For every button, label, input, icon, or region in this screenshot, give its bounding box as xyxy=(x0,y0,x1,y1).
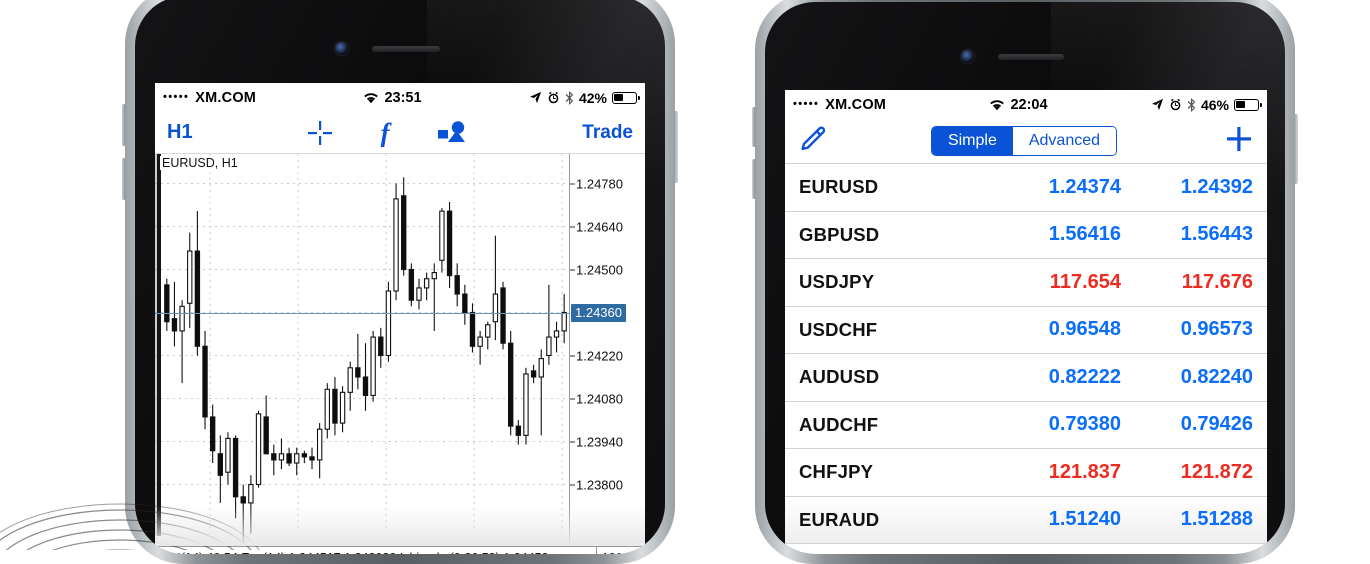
tab-simple[interactable]: Simple xyxy=(931,127,1013,155)
right-bluetooth-icon xyxy=(1187,97,1196,112)
view-mode-tabs[interactable]: Simple Advanced xyxy=(930,126,1118,156)
left-status-bar: ••••• XM.COM 23:51 42% xyxy=(155,83,645,112)
table-row[interactable]: EURAUD 1.51240 1.51288 xyxy=(785,496,1267,544)
quote-ask: 117.676 xyxy=(1181,270,1253,293)
function-f-icon[interactable]: f xyxy=(375,119,395,147)
quote-bid: 0.96548 xyxy=(1048,318,1121,341)
right-phone-body: ••••• XM.COM 22:04 46% Simple Advanced E… xyxy=(765,2,1285,554)
svg-text:f: f xyxy=(381,119,393,147)
price-axis-tick: 1.24500 xyxy=(570,262,623,277)
right-signal-dots-icon: ••••• xyxy=(793,98,820,110)
quote-bid: 1.24374 xyxy=(1048,175,1121,198)
price-axis-tick: 1.24220 xyxy=(570,348,623,363)
location-arrow-icon xyxy=(529,91,542,104)
battery-percent: 42% xyxy=(578,89,607,106)
front-camera xyxy=(335,42,348,55)
wifi-icon xyxy=(363,92,379,104)
right-status-bar: ••••• XM.COM 22:04 46% xyxy=(785,90,1267,119)
right-status-time: 22:04 xyxy=(1010,96,1048,113)
quote-bid: 117.654 xyxy=(1049,270,1121,293)
indicator-bar: RSI(14) 49.54 Env(14) 1.244517 1.242030 … xyxy=(155,546,645,554)
quote-ask: 1.51288 xyxy=(1180,508,1253,531)
quote-symbol: CHFJPY xyxy=(799,461,874,483)
price-axis-tick: 1.24780 xyxy=(570,176,623,191)
current-price-label: 1.24360 xyxy=(571,303,626,322)
table-row[interactable]: AUDUSD 0.82222 0.82240 xyxy=(785,354,1267,402)
table-row[interactable]: USDJPY 117.654 117.676 xyxy=(785,259,1267,307)
quote-ask: 121.872 xyxy=(1180,460,1253,483)
price-axis-tick: 1.24080 xyxy=(570,391,623,406)
price-chart[interactable]: EURUSD, H1 1.24780 1.24640 1.24500 1.24360 1… xyxy=(155,154,645,554)
quote-symbol: USDCHF xyxy=(799,318,878,340)
right-carrier-name: XM.COM xyxy=(825,96,887,113)
plus-icon[interactable] xyxy=(1223,123,1255,160)
table-row[interactable]: USDCHF 0.96548 0.96573 xyxy=(785,307,1267,354)
quote-ask: 1.24392 xyxy=(1180,175,1253,198)
timeframe-button[interactable]: H1 xyxy=(167,121,193,144)
quote-bid: 0.82222 xyxy=(1048,365,1121,388)
crosshair-icon[interactable] xyxy=(307,120,333,146)
indicator-values: RSI(14) 49.54 Env(14) 1.244517 1.242030 … xyxy=(155,551,596,555)
quote-ask: 1.56443 xyxy=(1180,223,1253,246)
quote-bid: 0.79380 xyxy=(1048,413,1121,436)
price-axis-tick: 1.24640 xyxy=(570,219,623,234)
battery-icon xyxy=(612,91,641,104)
quote-ask: 0.96573 xyxy=(1180,318,1253,341)
right-location-arrow-icon xyxy=(1151,98,1164,111)
right-earpiece-speaker xyxy=(998,54,1064,60)
left-phone-body: ••••• XM.COM 23:51 42% H1 f Trade EURUSD… xyxy=(135,0,665,554)
trade-button[interactable]: Trade xyxy=(582,122,633,144)
quote-symbol: GBPUSD xyxy=(799,223,880,245)
table-row[interactable]: GBPUSD 1.56416 1.56443 xyxy=(785,212,1267,259)
status-time: 23:51 xyxy=(384,89,422,106)
chart-plot-area xyxy=(155,154,570,554)
price-axis-tick: 1.23940 xyxy=(570,434,623,449)
table-row[interactable]: AUDCHF 0.79380 0.79426 xyxy=(785,402,1267,449)
left-phone-device: ••••• XM.COM 23:51 42% H1 f Trade EURUSD… xyxy=(122,0,678,564)
carrier-name: XM.COM xyxy=(195,89,257,106)
table-row[interactable]: EURUSD 1.24374 1.24392 xyxy=(785,164,1267,212)
indicator-scale-value: 100.00 xyxy=(595,547,645,554)
quote-symbol: USDJPY xyxy=(799,271,875,293)
quote-bid: 121.837 xyxy=(1048,460,1121,483)
right-battery-percent: 46% xyxy=(1200,96,1229,113)
price-axis-tick: 1.23800 xyxy=(570,477,623,492)
pencil-edit-icon[interactable] xyxy=(797,126,826,157)
quote-bid: 1.51240 xyxy=(1048,508,1121,531)
right-battery-icon xyxy=(1234,98,1263,111)
earpiece-speaker xyxy=(372,46,440,52)
left-phone-screen: ••••• XM.COM 23:51 42% H1 f Trade EURUSD… xyxy=(155,83,645,554)
quote-symbol: EURUSD xyxy=(799,176,879,198)
quote-ask: 0.82240 xyxy=(1180,365,1253,388)
quote-symbol: AUDCHF xyxy=(799,413,879,435)
price-axis: 1.24780 1.24640 1.24500 1.24360 1.24220 1.240… xyxy=(569,154,645,546)
candlestick-series xyxy=(155,154,570,543)
quotes-toolbar: Simple Advanced xyxy=(785,119,1267,164)
quotes-list[interactable]: EURUSD 1.24374 1.24392 GBPUSD 1.56416 1.56443… xyxy=(785,164,1267,544)
alarm-clock-icon xyxy=(547,91,560,104)
quote-symbol: EURAUD xyxy=(799,508,880,530)
right-front-camera xyxy=(961,50,974,63)
quote-ask: 0.79426 xyxy=(1180,413,1253,436)
chart-toolbar: H1 f Trade xyxy=(155,112,645,154)
right-wifi-icon xyxy=(989,99,1005,111)
chart-symbol-label: EURUSD, H1 xyxy=(160,156,240,170)
right-alarm-clock-icon xyxy=(1169,98,1182,111)
tab-advanced[interactable]: Advanced xyxy=(1012,127,1117,155)
bluetooth-icon xyxy=(565,90,574,105)
objects-icon[interactable] xyxy=(437,120,467,145)
quote-bid: 1.56416 xyxy=(1048,223,1121,246)
table-row[interactable]: CHFJPY 121.837 121.872 xyxy=(785,449,1267,497)
quote-symbol: AUDUSD xyxy=(799,366,880,388)
signal-dots-icon: ••••• xyxy=(163,91,190,103)
right-phone-device: ••••• XM.COM 22:04 46% Simple Advanced E… xyxy=(752,0,1298,564)
current-price-line xyxy=(155,312,570,314)
right-phone-screen: ••••• XM.COM 22:04 46% Simple Advanced E… xyxy=(785,90,1267,554)
screenshot-stage: ••••• XM.COM 23:51 42% H1 f Trade EURUSD… xyxy=(0,0,1370,564)
